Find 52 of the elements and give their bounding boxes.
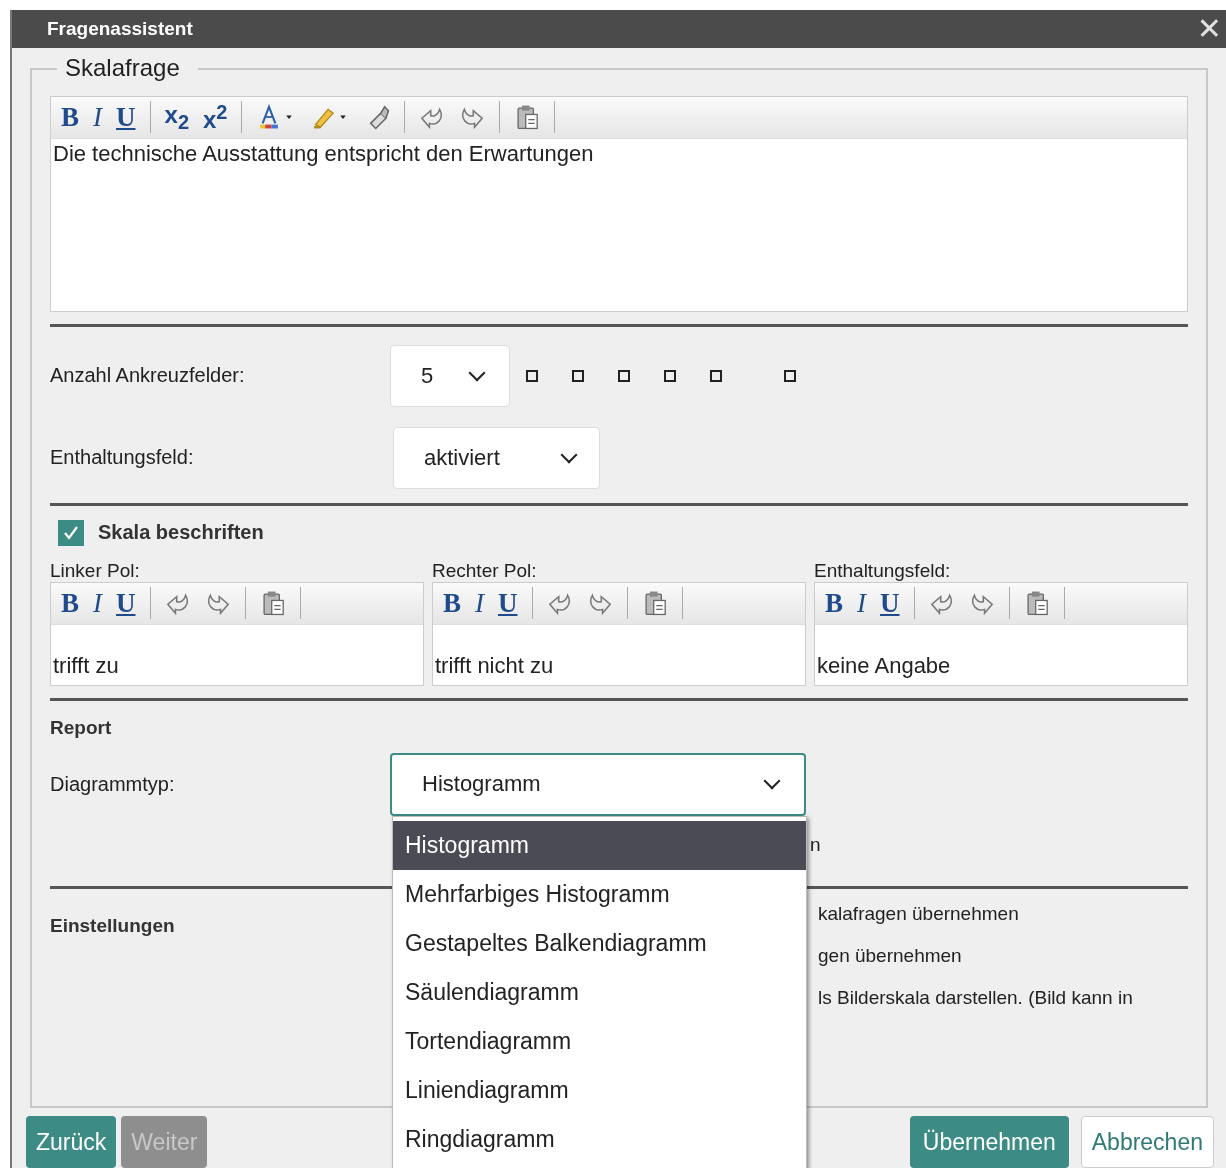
dropdown-option[interactable]: Histogramm [393,820,806,870]
italic-button[interactable]: I [475,589,484,617]
window-title: Fragenassistent [47,17,193,40]
italic-button[interactable]: I [93,103,102,131]
underline-button[interactable]: U [116,589,136,617]
checkbox[interactable] [58,519,84,546]
nav-button[interactable]: Zurück [26,1116,117,1168]
italic-button[interactable]: I [93,589,102,617]
bold-button[interactable]: B [825,589,843,617]
editor-text[interactable]: trifft zu [51,624,423,685]
checkbox-label: Skala beschriften [98,521,264,545]
field-label: Enthaltungsfeld: [814,559,952,582]
italic-button[interactable]: I [857,589,866,617]
text-editor[interactable]: B I U trifft zu [50,581,424,686]
bold-button[interactable]: B [61,589,79,617]
editor-text[interactable]: Die technische Ausstattung entspricht den Erwartungen [51,138,1187,311]
editor-text[interactable]: keine Angabe [815,624,1187,685]
apply-button[interactable]: Übernehmen [909,1116,1069,1168]
text-editor[interactable]: B I U trifft nicht zu [432,581,806,686]
dropdown-option[interactable]: Gestapeltes Balkendiagramm [393,918,806,968]
close-button[interactable]: ✕ [1192,10,1226,47]
option-label: kalafragen übernehmen [818,902,1019,925]
field-label: Anzahl Ankreuzfelder: [50,364,246,388]
bold-button[interactable]: B [61,103,79,131]
paste-icon[interactable] [514,103,541,132]
field-label: Linker Pol: [50,559,141,582]
format-button[interactable]: x$_{2}$ [164,103,189,132]
dropdown-option[interactable]: Liniendiagramm [393,1065,806,1115]
text-editor[interactable]: B I U x$_{2}$ x$^{2}$ Die technische Ausstattung entspricht den Erwartungen [50,95,1188,312]
dropdown-option[interactable]: Tortendiagramm [393,1016,806,1066]
section-heading: Report [50,716,113,739]
format-button[interactable]: x$^{2}$ [203,102,228,133]
bold-button[interactable]: B [443,589,461,617]
count-dropdown[interactable]: 5 [390,344,510,407]
dropdown-option[interactable]: Mehrfarbiges Histogramm [393,869,806,919]
cancel-button[interactable]: Abbrechen [1080,1116,1214,1168]
option-label: ls Bilderskala darstellen. (Bild kann in [818,986,1133,1009]
option-label: n [810,833,821,856]
dropdown-option[interactable]: Säulendiagramm [393,967,806,1017]
section-heading: Einstellungen [50,914,175,938]
text-editor[interactable]: B I U keine Angabe [814,581,1188,686]
dropdown-option[interactable]: Ringdiagramm [393,1114,806,1164]
abstention-dropdown[interactable]: aktiviert [393,426,600,489]
editor-text[interactable]: trifft nicht zu [433,624,805,685]
chart-type-dropdown[interactable]: Histogramm [390,752,806,816]
underline-button[interactable]: U [116,103,136,131]
field-label: Enthaltungsfeld: [50,446,195,470]
underline-button[interactable]: U [498,589,518,617]
option-label: gen übernehmen [818,944,962,967]
field-label: Diagrammtyp: [50,772,176,796]
field-label: Rechter Pol: [432,559,538,582]
underline-button[interactable]: U [880,589,900,617]
